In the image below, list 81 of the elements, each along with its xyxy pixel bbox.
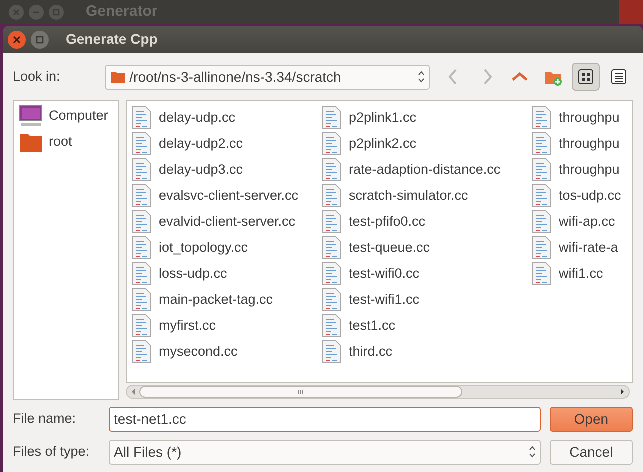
background-minimize-button[interactable] xyxy=(29,4,44,20)
place-item[interactable]: root xyxy=(49,132,72,152)
file-item[interactable]: test-wifi0.cc xyxy=(349,264,420,284)
file-item[interactable]: throughpu xyxy=(559,160,620,180)
grid-view-icon xyxy=(576,67,596,87)
text-file-icon xyxy=(532,106,552,130)
file-item[interactable]: wifi1.cc xyxy=(559,264,604,284)
file-item[interactable]: main-packet-tag.cc xyxy=(159,290,274,310)
text-file-icon xyxy=(322,262,342,286)
folder-icon xyxy=(110,70,126,84)
text-file-icon xyxy=(532,210,552,234)
background-maximize-button[interactable] xyxy=(49,4,64,20)
text-file-icon xyxy=(132,106,152,130)
text-file-icon xyxy=(132,184,152,208)
text-file-icon xyxy=(132,288,152,312)
file-item[interactable]: test-wifi1.cc xyxy=(349,290,420,310)
text-file-icon xyxy=(132,210,152,234)
file-type-label: Files of type: xyxy=(13,442,91,461)
text-file-icon xyxy=(532,158,552,182)
cancel-button[interactable]: Cancel xyxy=(550,440,633,464)
text-file-icon xyxy=(132,262,152,286)
file-item[interactable]: p2plink2.cc xyxy=(349,134,417,154)
text-file-icon xyxy=(322,288,342,312)
updown-arrows-icon xyxy=(418,71,425,83)
file-item[interactable]: p2plink1.cc xyxy=(349,108,417,128)
background-close-button[interactable] xyxy=(9,4,24,20)
text-file-icon xyxy=(132,158,152,182)
text-file-icon xyxy=(322,158,342,182)
text-file-icon xyxy=(322,236,342,260)
file-item[interactable]: myfirst.cc xyxy=(159,316,216,336)
text-file-icon xyxy=(322,340,342,364)
text-file-icon xyxy=(322,184,342,208)
file-item[interactable]: wifi-ap.cc xyxy=(559,212,616,232)
file-item[interactable]: evalsvc-client-server.cc xyxy=(159,186,299,206)
file-name-field[interactable]: test-net1.cc xyxy=(109,406,541,432)
text-file-icon xyxy=(322,106,342,130)
file-type-dropdown[interactable]: All Files (*) xyxy=(109,440,541,464)
look-in-label: Look in: xyxy=(13,68,62,86)
text-file-icon xyxy=(132,236,152,260)
file-item[interactable]: rate-adaption-distance.cc xyxy=(349,160,501,180)
text-file-icon xyxy=(132,340,152,364)
text-file-icon xyxy=(532,184,552,208)
file-item[interactable]: throughpu xyxy=(559,108,620,128)
dialog-title: Generate Cpp xyxy=(66,30,158,49)
file-item[interactable]: mysecond.cc xyxy=(159,342,238,362)
file-item[interactable]: evalvid-client-server.cc xyxy=(159,212,296,232)
file-item[interactable]: test-pfifo0.cc xyxy=(349,212,426,232)
file-item[interactable]: third.cc xyxy=(349,342,393,362)
text-file-icon xyxy=(132,314,152,338)
file-item[interactable]: scratch-simulator.cc xyxy=(349,186,468,206)
text-file-icon xyxy=(132,132,152,156)
close-icon xyxy=(13,36,21,44)
file-item[interactable]: loss-udp.cc xyxy=(159,264,228,284)
window-edge xyxy=(619,0,643,24)
close-icon xyxy=(13,8,20,16)
list-view-icon xyxy=(609,67,629,87)
text-file-icon xyxy=(532,262,552,286)
text-file-icon xyxy=(532,236,552,260)
text-file-icon xyxy=(532,132,552,156)
file-item[interactable]: tos-udp.cc xyxy=(559,186,622,206)
text-file-icon xyxy=(322,210,342,234)
horizontal-scrollbar[interactable] xyxy=(126,385,630,399)
file-item[interactable]: test1.cc xyxy=(349,316,396,336)
text-file-icon xyxy=(322,314,342,338)
updown-arrows-icon xyxy=(528,446,536,458)
close-button[interactable] xyxy=(8,30,26,48)
file-item[interactable]: iot_topology.cc xyxy=(159,238,248,258)
path-dropdown[interactable]: /root/ns-3-allinone/ns-3.34/scratch xyxy=(104,64,430,90)
file-item[interactable]: test-queue.cc xyxy=(349,238,430,258)
maximize-icon xyxy=(53,8,60,16)
place-item[interactable]: Computer xyxy=(49,106,108,126)
file-item[interactable]: delay-udp3.cc xyxy=(159,160,244,180)
file-item[interactable]: delay-udp.cc xyxy=(159,108,236,128)
text-file-icon xyxy=(322,132,342,156)
file-item[interactable]: delay-udp2.cc xyxy=(159,134,244,154)
file-item[interactable]: throughpu xyxy=(559,134,620,154)
file-name-label: File name: xyxy=(13,410,78,428)
file-item[interactable]: wifi-rate-a xyxy=(559,238,618,258)
grid-view-button[interactable] xyxy=(572,63,600,91)
monitor-icon xyxy=(18,104,44,128)
open-button[interactable]: Open xyxy=(550,406,633,432)
